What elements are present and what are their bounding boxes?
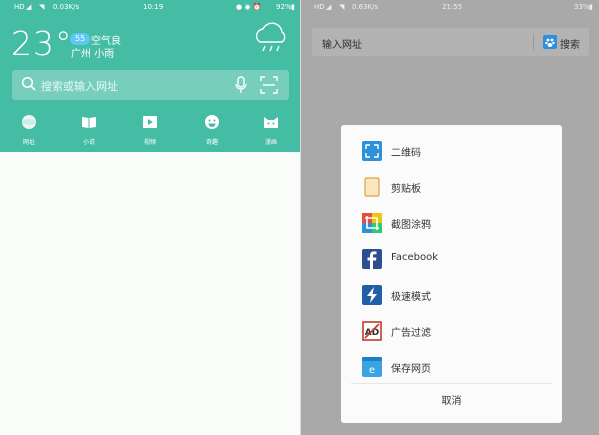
menu-item-label: 二维码	[391, 148, 421, 159]
nav-label: 视频	[143, 139, 156, 146]
nav-item-fun[interactable]: 奇趣	[187, 112, 237, 148]
search-button[interactable]: 搜索	[541, 33, 585, 51]
weather-location: 广州 小雨	[71, 45, 114, 60]
menu-item-ad-filter[interactable]: AD 广告过滤	[341, 313, 562, 349]
search-engine-icon	[543, 35, 557, 49]
play-icon	[143, 116, 157, 128]
scan-icon[interactable]	[260, 76, 278, 94]
aqi-badge: 55	[70, 33, 91, 45]
nav-item-novels[interactable]: 小说	[64, 112, 114, 148]
nav-item-websites[interactable]: 网址	[4, 112, 54, 148]
browser-home-screen: HD ◢ ◥ 0.03K/s 10:19 ● ◉ ⏰ 92% ▮ 23° 55 …	[0, 0, 300, 435]
battery-icon: ▮	[291, 3, 295, 11]
network-type: HD	[14, 3, 25, 11]
city-name: 广州	[71, 49, 91, 60]
clock: 21:55	[442, 3, 463, 11]
search-icon	[21, 76, 36, 91]
facebook-icon	[362, 249, 382, 269]
menu-item-facebook[interactable]: Facebook	[341, 241, 562, 277]
nav-item-videos[interactable]: 视频	[125, 112, 175, 148]
url-bar[interactable]: 输入网址 搜索	[312, 28, 589, 56]
screenshot-doodle-icon	[362, 213, 382, 233]
menu-item-save-page[interactable]: e 保存网页	[341, 349, 562, 385]
save-page-icon: e	[362, 357, 382, 377]
menu-item-label: 剪贴板	[391, 184, 421, 195]
menu-item-speed-mode[interactable]: 极速模式	[341, 277, 562, 313]
qr-scan-icon	[362, 141, 382, 161]
lightning-icon	[362, 285, 382, 305]
smiley-icon	[205, 115, 219, 129]
signal-icon: ◢	[326, 3, 332, 11]
wifi-icon: ◥	[339, 3, 345, 11]
action-sheet: 二维码 剪贴板 截图涂鸦 Facebook 极速模式 AD 广告过滤 e 保存网…	[341, 125, 562, 423]
network-type: HD	[314, 3, 325, 11]
clipboard-icon	[364, 177, 380, 197]
network-speed: 0.63K/s	[352, 3, 379, 11]
signal-icon: ◢	[26, 3, 32, 11]
quick-nav: 网址 小说 视频 奇趣 漫画	[0, 112, 300, 150]
browser-menu-screen: HD ◢ ◥ 0.63K/s 21:55 33% ▮ 输入网址 搜索 二维码 剪…	[301, 0, 599, 435]
menu-item-clipboard[interactable]: 剪贴板	[341, 169, 562, 205]
menu-item-screenshot-doodle[interactable]: 截图涂鸦	[341, 205, 562, 241]
search-input[interactable]: 搜索或输入网址	[12, 70, 289, 100]
microphone-icon[interactable]	[234, 76, 248, 94]
search-placeholder: 搜索或输入网址	[41, 80, 118, 93]
status-icons: ● ◉ ⏰	[236, 3, 262, 11]
nav-label: 漫画	[264, 139, 277, 146]
nav-item-comics[interactable]: 漫画	[246, 112, 296, 148]
book-icon	[82, 117, 96, 128]
wifi-icon: ◥	[39, 3, 45, 11]
url-input-placeholder[interactable]: 输入网址	[322, 36, 362, 51]
status-bar: HD ◢ ◥ 0.63K/s 21:55 33% ▮	[301, 0, 599, 14]
battery-icon: ▮	[589, 3, 593, 11]
svg-text:e: e	[369, 365, 375, 376]
nav-label: 网址	[22, 139, 35, 146]
menu-item-label: 极速模式	[391, 292, 431, 303]
rain-cloud-icon[interactable]	[251, 20, 291, 56]
url-bar-divider	[533, 34, 534, 50]
temperature: 23°	[11, 24, 73, 63]
network-speed: 0.03K/s	[53, 3, 80, 11]
menu-item-label: Facebook	[391, 252, 438, 263]
battery-level: 92%	[276, 3, 292, 11]
nav-label: 小说	[82, 139, 95, 146]
menu-item-qr-code[interactable]: 二维码	[341, 133, 562, 169]
ad-block-icon: AD	[362, 321, 382, 341]
nav-label: 奇趣	[205, 139, 218, 146]
status-bar: HD ◢ ◥ 0.03K/s 10:19 ● ◉ ⏰ 92% ▮	[0, 0, 300, 14]
sheet-divider	[351, 383, 552, 384]
globe-icon	[22, 115, 36, 129]
clock: 10:19	[143, 3, 164, 11]
menu-item-label: 截图涂鸦	[391, 220, 431, 231]
menu-item-label: 保存网页	[391, 364, 431, 375]
cancel-button[interactable]: 取消	[341, 387, 562, 417]
menu-item-label: 广告过滤	[391, 328, 431, 339]
weather-condition: 小雨	[94, 49, 115, 60]
home-header: HD ◢ ◥ 0.03K/s 10:19 ● ◉ ⏰ 92% ▮ 23° 55 …	[0, 0, 300, 152]
battery-level: 33%	[574, 3, 590, 11]
cat-icon	[264, 117, 278, 128]
search-button-label: 搜索	[560, 40, 580, 51]
